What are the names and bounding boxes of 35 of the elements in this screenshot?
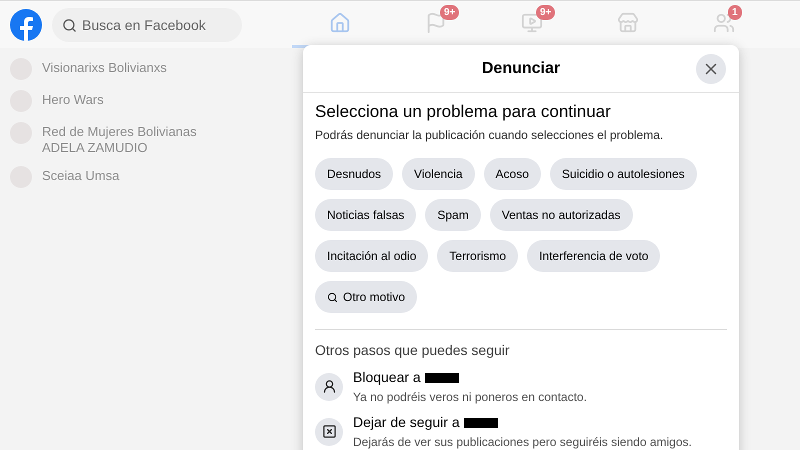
notification-badge: 9+ [536,4,556,20]
reason-chip[interactable]: Spam [425,199,481,231]
store-icon [617,12,639,34]
search-field[interactable]: Busca en Facebook [52,8,242,42]
redaction-bar [424,372,459,382]
notification-badge: 9+ [440,4,460,20]
action-description: Ya no podréis veros ni poneros en contacto. [353,389,587,406]
action-item[interactable]: Bloquear a Ya no podréis veros ni poneros en contacto. [315,367,727,406]
dialog-heading: Selecciona un problema para continuar [315,101,612,123]
dialog-subtitle: Podrás denunciar la publicación cuando selecciones el problema. [315,127,664,144]
reason-chip[interactable]: Desnudos [315,158,394,190]
reason-chip[interactable]: Ventas no autorizadas [490,199,632,231]
person-icon [322,379,336,394]
redaction-bar [464,418,498,428]
action-description: Dejarás de ver sus publicaciones pero seguiréis siendo amigos. [353,434,692,450]
action-item[interactable]: Dejar de seguir a Dejarás de ver sus publicaciones pero seguiréis siendo amigos. [315,412,727,450]
search-icon [327,292,338,302]
notification-badge: 1 [728,4,742,20]
reason-chip[interactable]: Terrorismo [437,240,518,272]
reason-chip[interactable]: Noticias falsas [315,199,416,231]
logo-icon[interactable] [10,8,42,40]
reason-chip[interactable]: Suicidio o autolesiones [550,158,697,190]
action-title: Dejar de seguir a [353,413,460,432]
dialog-title: Denunciar [482,58,560,78]
reason-chip[interactable]: Interferencia de voto [527,240,660,272]
home-icon [329,12,351,34]
section-title: Otros pasos que puedes seguir [315,341,511,360]
reason-chip[interactable]: Incitación al odio [315,240,428,272]
close-button[interactable] [696,54,726,84]
box-x-icon [322,424,336,439]
search-icon [62,18,77,32]
reason-chip[interactable]: Acoso [484,158,541,190]
reason-chip[interactable]: Violencia [402,158,475,190]
reason-chip[interactable]: Otro motivo [315,281,418,313]
action-title: Bloquear a [353,368,421,387]
